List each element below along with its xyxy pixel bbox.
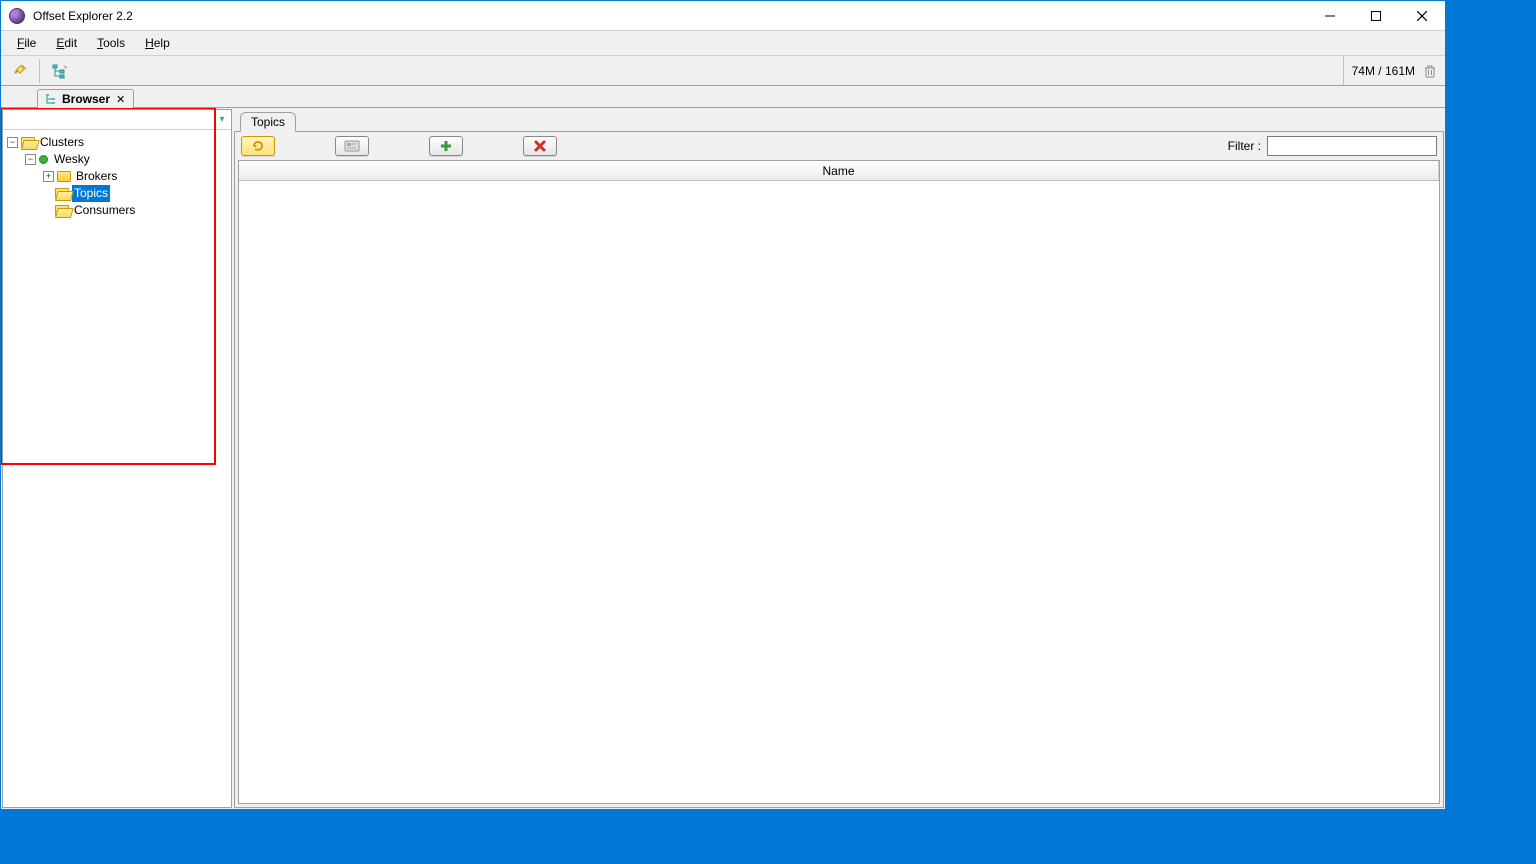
close-button[interactable] [1399,1,1445,31]
maximize-button[interactable] [1353,1,1399,31]
status-connected-icon [39,155,48,164]
table-header: Name [239,161,1439,181]
menubar: File Edit Tools Help [1,31,1445,56]
plus-icon [440,140,452,152]
editor-tabstrip: Browser ✕ [1,86,1445,108]
menu-edit[interactable]: Edit [46,33,87,53]
column-name[interactable]: Name [239,161,1439,180]
tree-node-wesky[interactable]: − Wesky [5,151,229,168]
tree-view-button[interactable] [46,58,74,84]
cluster-tree[interactable]: − Clusters − Wesky + Brokers [3,130,231,223]
sidebar: ▾ − Clusters − Wesky + [2,109,232,808]
refresh-icon [251,139,265,153]
plug-icon [11,63,27,79]
tree-icon [52,63,68,79]
properties-button[interactable] [335,136,369,156]
topics-table[interactable]: Name [238,160,1440,804]
filter-input[interactable] [1267,136,1437,156]
workarea: ▾ − Clusters − Wesky + [1,108,1445,809]
window-title: Offset Explorer 2.2 [33,9,133,23]
gc-button[interactable] [1423,64,1437,78]
menu-file[interactable]: File [7,33,46,53]
folder-open-icon [55,205,69,216]
topics-panel: Filter : Name [234,131,1444,808]
tree-label: Wesky [52,151,92,168]
tab-browser[interactable]: Browser ✕ [37,89,134,108]
folder-open-icon [21,137,35,148]
tree-label: Topics [72,185,110,202]
collapse-icon[interactable]: − [25,154,36,165]
tree-label: Clusters [38,134,86,151]
tree-filter-input[interactable] [3,110,215,129]
tree-small-icon [46,93,58,105]
menu-help[interactable]: Help [135,33,180,53]
tree-label: Consumers [72,202,137,219]
sidebar-search: ▾ [3,110,231,130]
menu-tools[interactable]: Tools [87,33,135,53]
folder-icon [57,171,71,182]
tree-node-consumers[interactable]: Consumers [5,202,229,219]
app-window: Offset Explorer 2.2 File Edit Tools Help [0,0,1446,810]
add-topic-button[interactable] [429,136,463,156]
add-cluster-button[interactable] [5,58,33,84]
trash-icon [1423,64,1437,78]
detail-tabstrip: Topics [234,109,1444,131]
tab-label: Topics [251,115,285,129]
tree-label: Brokers [74,168,119,185]
toolbar: 74M / 161M [1,56,1445,86]
main-pane: Topics [234,109,1444,808]
collapse-icon[interactable]: − [7,137,18,148]
memory-indicator: 74M / 161M [1343,56,1445,85]
tab-close-icon[interactable]: ✕ [116,93,125,106]
app-icon [9,8,25,24]
card-icon [344,140,360,152]
tab-topics[interactable]: Topics [240,112,296,132]
minimize-button[interactable] [1307,1,1353,31]
expand-icon[interactable]: + [43,171,54,182]
memory-text: 74M / 161M [1352,64,1415,78]
filter-clear-icon[interactable]: ▾ [215,114,229,125]
tree-node-clusters[interactable]: − Clusters [5,134,229,151]
tree-node-topics[interactable]: Topics [5,185,229,202]
delete-topic-button[interactable] [523,136,557,156]
topics-toolbar: Filter : [235,132,1443,160]
titlebar: Offset Explorer 2.2 [1,1,1445,31]
tree-node-brokers[interactable]: + Brokers [5,168,229,185]
tab-label: Browser [62,92,110,106]
folder-open-icon [55,188,69,199]
table-body[interactable] [239,181,1439,803]
filter-label: Filter : [1228,139,1261,153]
delete-x-icon [534,140,546,152]
refresh-button[interactable] [241,136,275,156]
